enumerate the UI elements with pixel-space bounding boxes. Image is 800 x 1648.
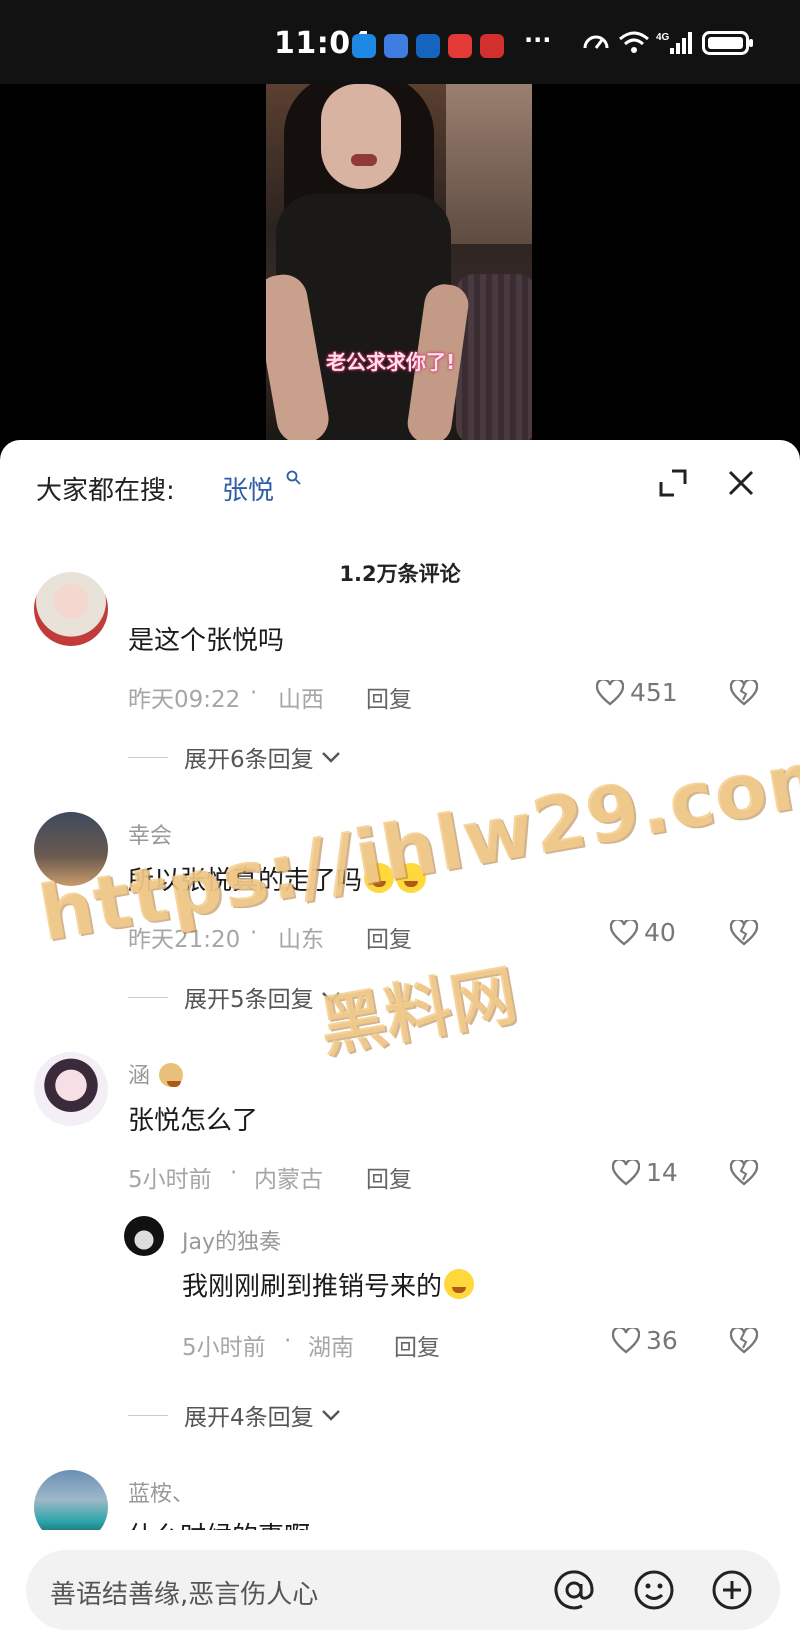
comment-username[interactable]: 蓝桉、	[128, 1476, 194, 1508]
comment-count: 1.2万条评论	[339, 562, 461, 586]
reply-button[interactable]: 回复	[394, 1328, 440, 1362]
trending-search-term[interactable]: 张悦	[222, 470, 274, 507]
broken-heart-icon[interactable]	[730, 680, 758, 706]
search-icon[interactable]	[286, 470, 302, 486]
reply-time: 5小时前	[182, 1335, 266, 1361]
more-notifications-icon: ···	[524, 26, 552, 54]
video-person-face	[321, 84, 401, 189]
comment-username-text: 涵	[128, 1064, 151, 1089]
speed-icon	[583, 35, 609, 49]
like-count: 36	[646, 1326, 678, 1355]
close-icon[interactable]	[726, 468, 756, 498]
avatar[interactable]	[34, 572, 108, 646]
reply-button[interactable]: 回复	[366, 680, 412, 714]
status-bar: 11:04 ··· 4G	[0, 0, 800, 84]
comment-time: 昨天09:22	[128, 687, 241, 713]
expand-icon[interactable]	[658, 468, 688, 498]
message-app-icon	[352, 34, 376, 58]
cloud-app-icon	[384, 34, 408, 58]
comment-location: 山东	[278, 927, 324, 953]
rofl-emoji-icon	[444, 1269, 475, 1299]
add-icon[interactable]	[710, 1568, 754, 1612]
broken-heart-icon[interactable]	[730, 920, 758, 946]
like-button[interactable]: 14	[612, 1158, 678, 1187]
wifi-icon	[619, 31, 649, 53]
comment-input-bar: 善语结善缘,恶言伤人心	[0, 1530, 800, 1648]
chevron-down-icon	[321, 1410, 340, 1421]
heart-icon	[596, 679, 624, 706]
news-app-icon	[448, 34, 472, 58]
meta-separator: ·	[284, 1328, 292, 1354]
meta-separator: ·	[230, 1160, 238, 1186]
like-button[interactable]: 36	[612, 1326, 678, 1355]
mention-icon[interactable]	[552, 1568, 596, 1612]
expand-divider	[128, 756, 168, 758]
avatar[interactable]	[34, 1052, 108, 1126]
cellular-4g-icon: 4G	[656, 32, 692, 54]
comment-input[interactable]: 善语结善缘,恶言伤人心	[26, 1550, 780, 1630]
expand-replies-label: 展开6条回复	[184, 747, 314, 773]
expand-replies-button[interactable]: 展开5条回复	[128, 980, 342, 1014]
comment-text: 是这个张悦吗	[128, 626, 285, 656]
heart-icon	[612, 1327, 640, 1354]
emoji-icon[interactable]	[632, 1568, 676, 1612]
svg-text:4G: 4G	[656, 32, 670, 43]
cookie-emoji-icon	[159, 1063, 184, 1087]
like-count: 14	[646, 1158, 678, 1187]
like-button[interactable]: 40	[610, 918, 676, 947]
battery-icon	[702, 31, 753, 55]
broken-heart-icon[interactable]	[730, 1160, 758, 1186]
shop-app-icon	[480, 34, 504, 58]
broken-heart-icon[interactable]	[730, 1328, 758, 1354]
reply-text: 我刚刚刷到推销号来的	[182, 1266, 475, 1303]
expand-replies-button[interactable]: 展开6条回复	[128, 740, 342, 774]
like-count: 451	[630, 678, 678, 707]
video-player[interactable]: 老公求求你了!	[266, 84, 532, 440]
trending-search-label: 大家都在搜:	[36, 476, 175, 506]
comment-location: 内蒙古	[254, 1167, 323, 1193]
reply-location: 湖南	[308, 1335, 354, 1361]
heart-icon	[610, 919, 638, 946]
comment-input-placeholder: 善语结善缘,恶言伤人心	[50, 1580, 319, 1610]
expand-divider	[128, 1414, 168, 1416]
expand-replies-button[interactable]: 展开4条回复	[128, 1398, 342, 1432]
globe-app-icon	[416, 34, 440, 58]
meta-separator: ·	[250, 680, 258, 706]
reply-button[interactable]: 回复	[366, 1160, 412, 1194]
comment-location: 山西	[278, 687, 324, 713]
comment-time: 5小时前	[128, 1167, 212, 1193]
reply-button[interactable]: 回复	[366, 920, 412, 954]
meta-separator: ·	[250, 920, 258, 946]
reply-text-content: 我刚刚刷到推销号来的	[182, 1272, 443, 1302]
comment-text: 张悦怎么了	[128, 1106, 259, 1136]
heart-icon	[612, 1159, 640, 1186]
like-count: 40	[644, 918, 676, 947]
comment-username[interactable]: 涵	[128, 1058, 184, 1090]
comment-username[interactable]: 幸会	[128, 818, 172, 850]
car-window	[446, 84, 532, 244]
video-caption: 老公求求你了!	[326, 350, 456, 374]
like-button[interactable]: 451	[596, 678, 678, 707]
expand-divider	[128, 996, 168, 998]
avatar[interactable]	[124, 1216, 164, 1256]
reply-username[interactable]: Jay的独奏	[182, 1224, 281, 1256]
video-person-lips	[351, 154, 377, 166]
expand-replies-label: 展开5条回复	[184, 987, 314, 1013]
chevron-down-icon	[321, 752, 340, 763]
expand-replies-label: 展开4条回复	[184, 1405, 314, 1431]
